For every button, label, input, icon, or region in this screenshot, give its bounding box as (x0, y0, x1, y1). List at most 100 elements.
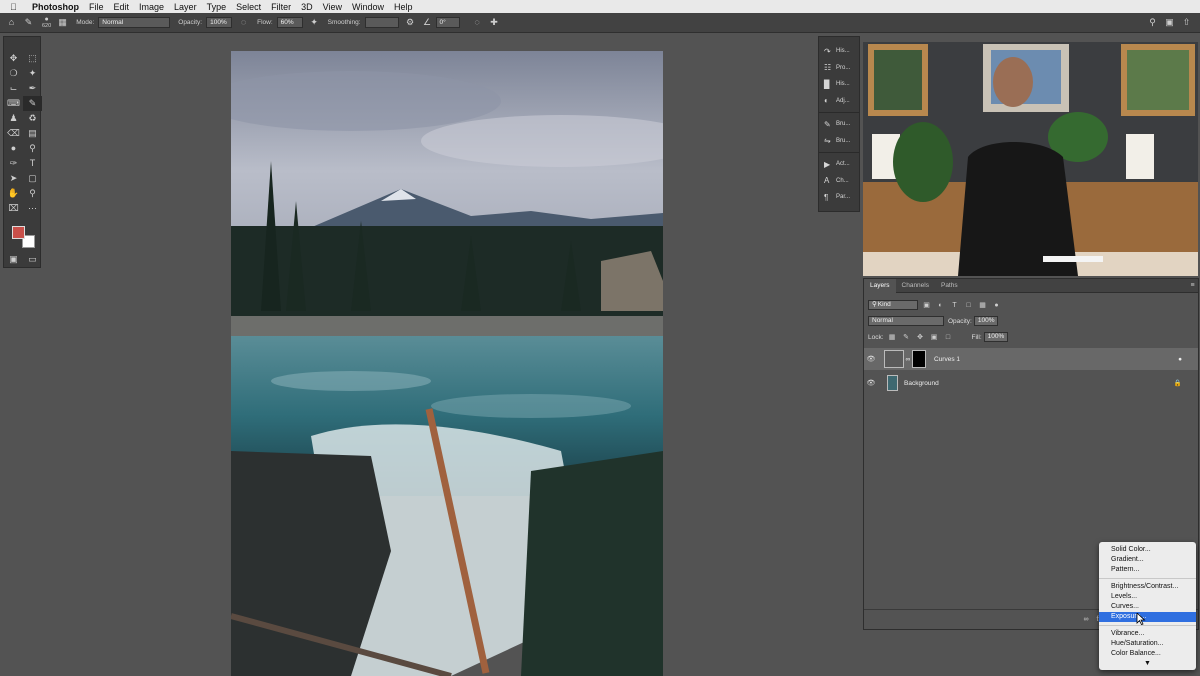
quick-mask-icon[interactable]: ▣ (4, 252, 23, 267)
panel-histogram[interactable]: ▉ His... (819, 76, 859, 93)
pressure-opacity-icon[interactable]: ◌ (238, 17, 249, 28)
tab-layers[interactable]: Layers (864, 278, 896, 293)
brush-preset-picker[interactable]: ● 620 (42, 16, 51, 30)
blur-tool-icon[interactable]: ● (4, 141, 23, 156)
path-selection-icon[interactable]: ➤ (4, 171, 23, 186)
panel-paragraph[interactable]: ¶ Par... (819, 189, 859, 206)
move-tool-icon[interactable]: ✥ (4, 51, 23, 66)
dodge-tool-icon[interactable]: ⚲ (23, 141, 42, 156)
filter-shape-icon[interactable]: □ (963, 300, 974, 311)
filter-type-icon[interactable]: T (949, 300, 960, 311)
menu-item-gradient[interactable]: Gradient... (1099, 555, 1196, 565)
panel-character[interactable]: A Ch... (819, 173, 859, 190)
share-icon[interactable]: ⇧ (1181, 17, 1192, 28)
tab-channels[interactable]: Channels (896, 279, 935, 293)
smoothing-field[interactable] (364, 17, 399, 28)
brush-tool-icon-active[interactable]: ✎ (23, 96, 42, 111)
layer-mask-thumb[interactable] (912, 350, 926, 368)
screen-mode-icon[interactable]: ▭ (23, 252, 42, 267)
menu-item-pattern[interactable]: Pattern... (1099, 565, 1196, 575)
menu-item-brightness-contrast[interactable]: Brightness/Contrast... (1099, 582, 1196, 592)
zoom-tool-icon[interactable]: ⚲ (23, 186, 42, 201)
pen-tool-icon[interactable]: ✑ (4, 156, 23, 171)
healing-brush-icon[interactable]: ⌨ (4, 96, 23, 111)
mode-select[interactable]: Normal (98, 17, 171, 28)
opacity-field[interactable]: 100% (206, 17, 233, 28)
opacity-field[interactable]: 100% (973, 316, 998, 326)
frame-tool-icon[interactable]: ⌧ (4, 201, 23, 216)
airbrush-icon[interactable]: ✦ (309, 17, 320, 28)
brush-tool-icon[interactable]: ✎ (23, 17, 34, 28)
home-icon[interactable]: ⌂ (6, 17, 17, 28)
filter-toggle-icon[interactable]: ● (991, 300, 1002, 311)
brush-settings-toggle-icon[interactable]: ▦ (57, 17, 68, 28)
blend-mode-select[interactable]: Normal (868, 316, 944, 326)
shape-tool-icon[interactable]: ▢ (23, 171, 42, 186)
layer-row-background[interactable]: 👁 Background 🔒 (864, 372, 1198, 394)
pressure-size-icon[interactable]: ◌ (472, 17, 483, 28)
smoothing-options-icon[interactable]: ⚙ (405, 17, 416, 28)
lock-position-icon[interactable]: ✥ (915, 332, 926, 343)
panel-menu-icon[interactable]: ≡ (1187, 280, 1198, 291)
hand-tool-icon[interactable]: ✋ (4, 186, 23, 201)
menu-window[interactable]: Window (352, 2, 384, 12)
menu-item-vibrance[interactable]: Vibrance... (1099, 629, 1196, 639)
menu-type[interactable]: Type (207, 2, 227, 12)
crop-tool-icon[interactable]: ⌙ (4, 81, 23, 96)
layer-name[interactable]: Background (904, 380, 939, 387)
tab-paths[interactable]: Paths (935, 279, 964, 293)
filter-smart-object-icon[interactable]: ▦ (977, 300, 988, 311)
magic-wand-icon[interactable]: ✦ (23, 66, 42, 81)
panel-actions[interactable]: ▶ Act... (819, 156, 859, 173)
link-layers-icon[interactable]: ∞ (1084, 616, 1089, 623)
canvas-image[interactable] (231, 51, 663, 676)
menu-file[interactable]: File (89, 2, 104, 12)
menu-filter[interactable]: Filter (271, 2, 291, 12)
menu-item-levels[interactable]: Levels... (1099, 592, 1196, 602)
apple-icon[interactable]:  (10, 2, 24, 12)
search-icon[interactable]: ⚲ (1147, 17, 1158, 28)
stamp-tool-icon[interactable]: ♟ (4, 111, 23, 126)
workspace-icon[interactable]: ▣ (1164, 17, 1175, 28)
menu-item-curves[interactable]: Curves... (1099, 602, 1196, 612)
fill-field[interactable]: 100% (983, 332, 1008, 342)
lock-transparent-icon[interactable]: ▦ (887, 332, 898, 343)
visibility-eye-icon[interactable]: 👁 (864, 379, 878, 387)
history-brush-icon[interactable]: ♻ (23, 111, 42, 126)
filter-pixel-icon[interactable]: ▣ (921, 300, 932, 311)
foreground-color-swatch[interactable] (12, 226, 25, 239)
gradient-tool-icon[interactable]: ▤ (23, 126, 42, 141)
scroll-down-arrow-icon[interactable]: ▼ (1099, 659, 1196, 668)
menu-item-color-balance[interactable]: Color Balance... (1099, 649, 1196, 659)
panel-history[interactable]: ↷ His... (819, 43, 859, 60)
flow-field[interactable]: 60% (276, 17, 303, 28)
menu-item-hue-saturation[interactable]: Hue/Saturation... (1099, 639, 1196, 649)
visibility-eye-icon[interactable]: 👁 (864, 355, 878, 363)
menu-item-exposure[interactable]: Exposure... (1099, 612, 1196, 622)
panel-brushes[interactable]: ✎ Bru... (819, 116, 859, 133)
menu-item-solid-color[interactable]: Solid Color... (1099, 545, 1196, 555)
lasso-tool-icon[interactable]: ❍ (4, 66, 23, 81)
lock-all-icon[interactable]: □ (943, 332, 954, 343)
symmetry-icon[interactable]: ✚ (489, 17, 500, 28)
menu-select[interactable]: Select (236, 2, 261, 12)
lock-artboard-icon[interactable]: ▣ (929, 332, 940, 343)
marquee-tool-icon[interactable]: ⬚ (23, 51, 42, 66)
layer-name[interactable]: Curves 1 (934, 356, 960, 363)
panel-adjustments[interactable]: ◐ Adj... (819, 93, 859, 110)
app-menu[interactable]: Photoshop (32, 2, 79, 12)
type-tool-icon[interactable]: T (23, 156, 42, 171)
menu-edit[interactable]: Edit (114, 2, 130, 12)
lock-pixels-icon[interactable]: ✎ (901, 332, 912, 343)
layer-row-curves[interactable]: 👁 ∞ Curves 1 ● (864, 348, 1198, 370)
eyedropper-icon[interactable]: ✒ (23, 81, 42, 96)
menu-3d[interactable]: 3D (301, 2, 313, 12)
panel-properties[interactable]: ☷ Pro... (819, 60, 859, 77)
panel-brush-settings[interactable]: ⇋ Bru... (819, 133, 859, 150)
menu-help[interactable]: Help (394, 2, 413, 12)
menu-image[interactable]: Image (139, 2, 164, 12)
eraser-icon[interactable]: ⌫ (4, 126, 23, 141)
more-tools-icon[interactable]: ⋯ (23, 201, 42, 216)
filter-adjustment-icon[interactable]: ◐ (935, 300, 946, 311)
filter-kind-select[interactable]: ⚲ Kind (868, 300, 918, 310)
